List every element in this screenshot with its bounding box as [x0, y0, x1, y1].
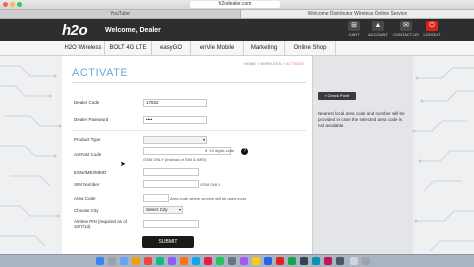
- tab-dealer-portal[interactable]: Welcome Distributor Wireless Online Serv…: [241, 10, 474, 18]
- minimize-window-icon[interactable]: [10, 2, 15, 7]
- area-code-note: Area code where service will be used mos…: [170, 196, 246, 201]
- choose-city-label: Choose City: [74, 208, 99, 213]
- address-bar[interactable]: h2odealer.com: [190, 1, 280, 8]
- mouse-cursor-icon: ➤: [120, 161, 126, 168]
- help-icon[interactable]: ?: [241, 148, 248, 155]
- site-header: h2o Welcome, Dealer ⊞ CART ▲ ACCOUNT ✉ CONT…: [0, 19, 474, 41]
- dealer-password-input[interactable]: ••••: [143, 116, 207, 124]
- app-icon[interactable]: [264, 257, 272, 265]
- submit-button[interactable]: SUBMIT: [142, 236, 194, 248]
- app-icon[interactable]: [324, 257, 332, 265]
- circuit-pattern-right: [412, 67, 474, 252]
- app-icon[interactable]: [216, 257, 224, 265]
- tab-bar: YouTube Welcome Distributor Wireless Onl…: [0, 10, 474, 19]
- nav-envie-mobile[interactable]: enVie Mobile: [191, 41, 244, 55]
- downloads-icon[interactable]: [350, 257, 358, 265]
- cart-icon: ⊞: [348, 21, 360, 31]
- dealer-code-label: Dealer Code: [74, 100, 100, 105]
- app-icon[interactable]: [288, 257, 296, 265]
- macos-dock: [0, 254, 474, 267]
- app-icon[interactable]: [168, 257, 176, 265]
- app-icon[interactable]: [180, 257, 188, 265]
- dealer-code-input[interactable]: 17832: [143, 99, 207, 107]
- safari-icon[interactable]: [120, 257, 128, 265]
- trash-icon[interactable]: [362, 257, 370, 265]
- app-icon[interactable]: [144, 257, 152, 265]
- nav-online-shop[interactable]: Online Shop: [285, 41, 336, 55]
- close-window-icon[interactable]: [3, 2, 8, 7]
- app-icon[interactable]: [132, 257, 140, 265]
- app-icon[interactable]: [192, 257, 200, 265]
- cart-button[interactable]: ⊞ CART: [342, 21, 366, 37]
- area-code-input[interactable]: [143, 194, 169, 202]
- contact-us-button[interactable]: ✉ CONTACT US: [392, 21, 420, 37]
- app-icon[interactable]: [252, 257, 260, 265]
- title-divider: [72, 82, 306, 83]
- tab-youtube[interactable]: YouTube: [0, 10, 241, 18]
- power-icon: ⏻: [426, 21, 438, 31]
- actfast-hint: 9~10 digits code: [205, 148, 235, 153]
- sidebar-note: Nearest local area code and number will …: [318, 111, 405, 128]
- app-icon[interactable]: [336, 257, 344, 265]
- app-icon[interactable]: [240, 257, 248, 265]
- app-icon[interactable]: [312, 257, 320, 265]
- check-point-button[interactable]: ▪ Check Point: [318, 92, 356, 100]
- brand-logo[interactable]: h2o: [62, 22, 88, 39]
- account-icon: ▲: [372, 21, 384, 31]
- nav-easygo[interactable]: easyGO: [152, 41, 191, 55]
- app-icon[interactable]: [300, 257, 308, 265]
- zoom-window-icon[interactable]: [17, 2, 22, 7]
- welcome-text: Welcome, Dealer: [105, 27, 161, 34]
- sim-number-label: SIM Number: [74, 182, 100, 187]
- actfast-note: GSM ONLY (Instead of SIM & IMEI): [143, 157, 207, 162]
- finder-icon[interactable]: [96, 257, 104, 265]
- account-button[interactable]: ▲ ACCOUNT: [366, 21, 390, 37]
- app-icon[interactable]: [228, 257, 236, 265]
- chevron-down-icon: ▾: [202, 137, 205, 142]
- launchpad-icon[interactable]: [108, 257, 116, 265]
- dealer-password-label: Dealer Password: [74, 117, 109, 122]
- nav-bolt-4g-lte[interactable]: BOLT 4G LTE: [105, 41, 152, 55]
- esn-label: ESN/IMEI/MEID: [74, 170, 107, 175]
- sim-number-input[interactable]: [143, 180, 199, 188]
- breadcrumb: HOME > WIRELESS > ACTIVATE: [244, 61, 305, 66]
- app-icon[interactable]: [276, 257, 284, 265]
- page-title: ACTIVATE: [72, 67, 129, 79]
- browser-toolbar: h2odealer.com: [0, 0, 474, 10]
- nav-marketing[interactable]: Marketing: [244, 41, 285, 55]
- esn-input[interactable]: [143, 168, 199, 176]
- area-code-label: Area Code: [74, 196, 96, 201]
- row-divider: [72, 130, 306, 131]
- product-type-label: Product Type: [74, 137, 101, 142]
- sidebar: [312, 56, 413, 254]
- sim-note: GSM ONLY: [200, 182, 221, 187]
- nav-h2o-wireless[interactable]: H2O Wireless: [62, 41, 105, 55]
- main-nav: H2O Wireless BOLT 4G LTE easyGO enVie Mo…: [0, 41, 474, 56]
- city-select[interactable]: Select City ▾: [143, 206, 183, 214]
- app-icon[interactable]: [204, 257, 212, 265]
- airtime-pin-input[interactable]: [143, 220, 199, 228]
- mail-icon: ✉: [400, 21, 412, 31]
- chevron-down-icon: ▾: [178, 207, 181, 212]
- airtime-pin-label: Airtime PIN (required as of 10/7/13): [74, 219, 128, 229]
- actfast-code-label: ActFast Code: [74, 152, 102, 157]
- logout-button[interactable]: ⏻ LOGOUT: [420, 21, 444, 37]
- app-icon[interactable]: [156, 257, 164, 265]
- circuit-pattern-left: [0, 65, 62, 247]
- product-type-select[interactable]: ▾: [143, 136, 207, 144]
